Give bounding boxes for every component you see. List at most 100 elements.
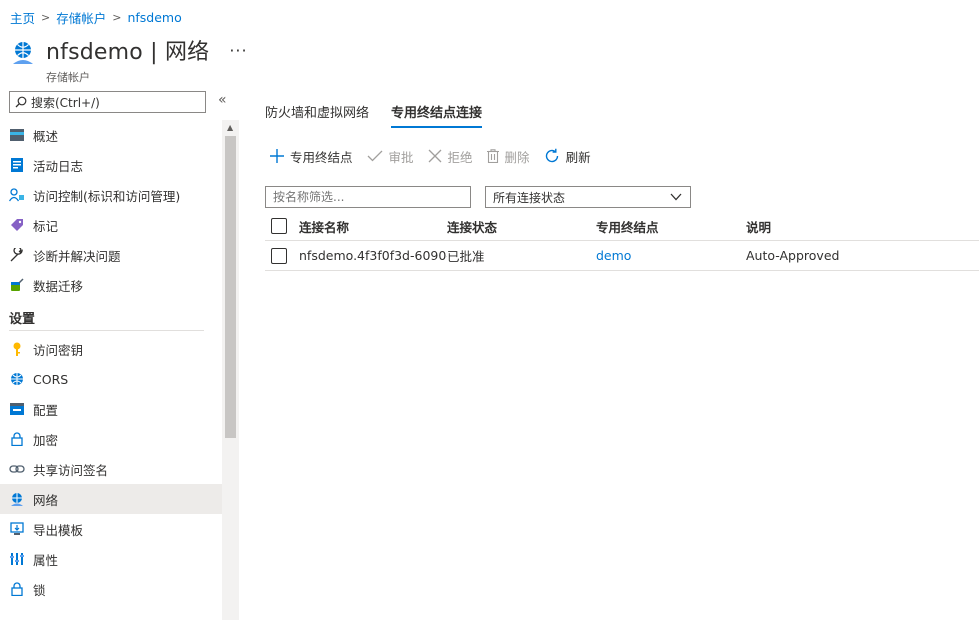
approve-button[interactable]: 审批 <box>367 147 414 166</box>
chevron-right-icon: > <box>112 11 122 24</box>
sidebar-item-label: 导出模板 <box>33 522 84 538</box>
command-bar: 专用终结点 审批 拒绝 删除 刷新 <box>270 145 605 167</box>
refresh-button[interactable]: 刷新 <box>544 147 591 166</box>
sidebar-item-diagnose[interactable]: 诊断并解决问题 <box>0 240 222 270</box>
collapse-sidebar-button[interactable]: « <box>218 92 227 108</box>
plus-icon <box>270 149 284 163</box>
breadcrumb-current[interactable]: nfsdemo <box>127 10 181 25</box>
sidebar-item-configuration[interactable]: 配置 <box>0 394 222 424</box>
refresh-icon <box>544 148 560 164</box>
sidebar-item-label: 数据迁移 <box>33 278 84 294</box>
tag-icon <box>9 217 25 233</box>
sidebar-item-label: CORS <box>33 371 69 387</box>
sidebar-item-export-template[interactable]: 导出模板 <box>0 514 222 544</box>
properties-icon <box>9 551 25 567</box>
sidebar-search-input[interactable]: 搜索(Ctrl+/) <box>9 91 206 113</box>
reject-label: 拒绝 <box>447 149 473 165</box>
connection-name-cell: nfsdemo.4f3f0f3d-6090-... <box>299 248 447 263</box>
link-icon <box>9 461 25 477</box>
network-icon <box>9 491 25 507</box>
column-header-connection-state[interactable]: 连接状态 <box>447 217 596 236</box>
sidebar-item-cors[interactable]: CORS <box>0 364 222 394</box>
sidebar-item-label: 诊断并解决问题 <box>33 248 121 264</box>
description-cell: Auto-Approved <box>746 248 840 263</box>
delete-button[interactable]: 删除 <box>486 147 530 166</box>
reject-button[interactable]: 拒绝 <box>428 147 473 166</box>
sidebar-item-tags[interactable]: 标记 <box>0 210 222 240</box>
data-migration-icon <box>9 277 25 293</box>
settings-section-heading: 设置 <box>0 300 222 334</box>
table-header-row: 连接名称 连接状态 专用终结点 说明 <box>265 212 979 241</box>
trash-icon <box>486 149 499 163</box>
sidebar-item-activity-log[interactable]: 活动日志 <box>0 150 222 180</box>
sidebar-item-label: 标记 <box>33 218 59 234</box>
breadcrumb-home[interactable]: 主页 <box>10 8 35 27</box>
column-header-private-endpoint[interactable]: 专用终结点 <box>596 217 746 236</box>
search-placeholder: 搜索(Ctrl+/) <box>31 95 100 110</box>
search-icon <box>15 96 27 108</box>
delete-label: 删除 <box>504 149 530 165</box>
sidebar-item-label: 配置 <box>33 402 59 418</box>
add-private-endpoint-label: 专用终结点 <box>290 149 353 165</box>
sidebar-item-locks[interactable]: 锁 <box>0 574 222 604</box>
sidebar-item-label: 概述 <box>33 128 59 144</box>
tab-private-endpoint-connections[interactable]: 专用终结点连接 <box>391 102 483 128</box>
sidebar-item-properties[interactable]: 属性 <box>0 544 222 574</box>
chevron-down-icon <box>670 193 682 201</box>
sidebar-item-data-migration[interactable]: 数据迁移 <box>0 270 222 300</box>
breadcrumb: 主页 > 存储帐户 > nfsdemo <box>10 8 182 27</box>
export-template-icon <box>9 521 25 537</box>
breadcrumb-storage-accounts[interactable]: 存储帐户 <box>56 8 106 27</box>
lock-icon <box>9 431 25 447</box>
page-subtitle: 存储帐户 <box>46 71 90 84</box>
sidebar-item-label: 网络 <box>33 492 59 508</box>
connection-state-cell: 已批准 <box>447 249 485 264</box>
tab-firewalls-and-virtual-networks[interactable]: 防火墙和虚拟网络 <box>265 102 369 128</box>
lock-icon <box>9 581 25 597</box>
scrollbar-thumb[interactable] <box>225 136 236 438</box>
private-endpoint-link[interactable]: demo <box>596 248 746 263</box>
tab-bar: 防火墙和虚拟网络 专用终结点连接 <box>265 102 483 128</box>
activity-log-icon <box>9 157 25 173</box>
sidebar-item-overview[interactable]: 概述 <box>0 120 222 150</box>
checkmark-icon <box>367 150 383 162</box>
column-header-connection-name[interactable]: 连接名称 <box>299 217 447 236</box>
chevron-right-icon: > <box>41 11 51 24</box>
sidebar-item-shared-access-signature[interactable]: 共享访问签名 <box>0 454 222 484</box>
close-icon <box>428 149 442 163</box>
sidebar-item-access-control[interactable]: 访问控制(标识和访问管理) <box>0 180 222 210</box>
key-icon <box>9 341 25 357</box>
sidebar-item-label: 属性 <box>33 552 59 568</box>
sidebar: 概述 活动日志 访问控制(标识和访问管理) 标记 诊断并解决问题 数据迁移 设置 <box>0 120 222 604</box>
sidebar-scrollbar[interactable]: ▲ <box>222 120 239 620</box>
overview-icon <box>9 127 25 143</box>
sidebar-item-label: 锁 <box>33 582 46 598</box>
network-resource-icon <box>13 42 33 64</box>
connection-status-dropdown[interactable]: 所有连接状态 <box>485 186 691 208</box>
sidebar-item-access-keys[interactable]: 访问密钥 <box>0 334 222 364</box>
sidebar-item-label: 共享访问签名 <box>33 462 109 478</box>
scroll-up-arrow-icon[interactable]: ▲ <box>227 123 233 132</box>
more-options-button[interactable]: ··· <box>229 41 247 60</box>
page-title: nfsdemo | 网络 <box>46 40 210 65</box>
wrench-icon <box>9 247 25 263</box>
configuration-icon <box>9 401 25 417</box>
connection-status-selected: 所有连接状态 <box>493 190 566 205</box>
filter-by-name-input[interactable] <box>265 186 471 208</box>
cors-icon <box>9 371 25 387</box>
column-header-description[interactable]: 说明 <box>746 217 979 236</box>
page-header: nfsdemo | 网络 ··· 存储帐户 <box>10 34 248 85</box>
approve-label: 审批 <box>388 149 414 165</box>
sidebar-item-label: 访问密钥 <box>33 342 84 358</box>
sidebar-item-label: 加密 <box>33 432 59 448</box>
sidebar-item-networking[interactable]: 网络 <box>0 484 222 514</box>
access-control-icon <box>9 187 25 203</box>
sidebar-item-label: 活动日志 <box>33 158 84 174</box>
add-private-endpoint-button[interactable]: 专用终结点 <box>270 147 353 166</box>
row-checkbox[interactable] <box>271 247 287 264</box>
refresh-label: 刷新 <box>565 149 591 165</box>
select-all-checkbox[interactable] <box>271 218 287 234</box>
sidebar-item-encryption[interactable]: 加密 <box>0 424 222 454</box>
table-row[interactable]: nfsdemo.4f3f0f3d-6090-... 已批准 demo Auto-… <box>265 241 979 271</box>
connections-table: 连接名称 连接状态 专用终结点 说明 nfsdemo.4f3f0f3d-6090… <box>265 212 979 271</box>
